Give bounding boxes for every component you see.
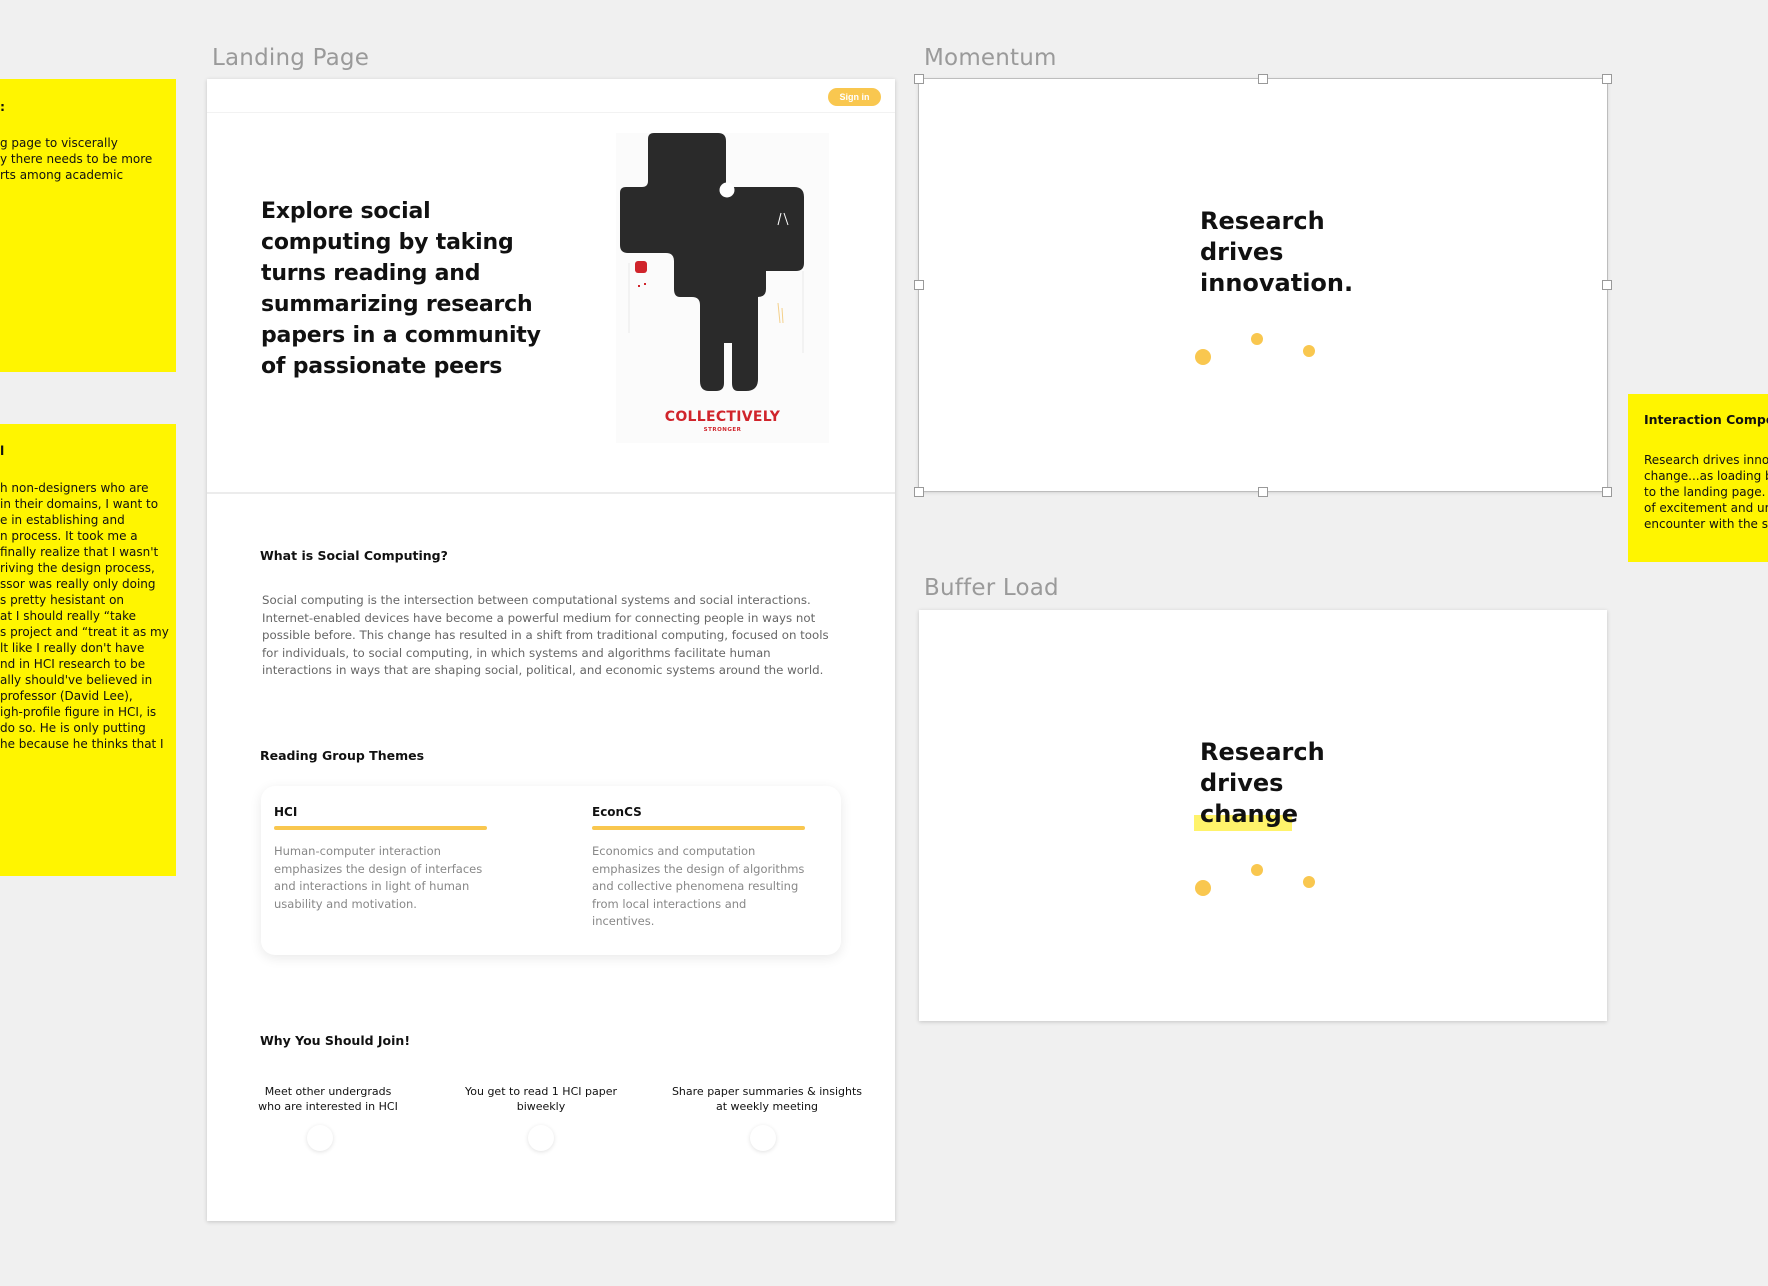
sign-in-button[interactable]: Sign in bbox=[828, 88, 881, 106]
resize-handle-n[interactable] bbox=[1258, 74, 1268, 84]
momentum-line-2: drives bbox=[1200, 238, 1284, 266]
join-reason-2-icon bbox=[528, 1125, 554, 1151]
momentum-line-3: innovation. bbox=[1200, 269, 1354, 297]
what-is-body: Social computing is the intersection bet… bbox=[262, 593, 829, 678]
theme-underline-hci bbox=[274, 826, 487, 830]
landing-header bbox=[207, 79, 895, 113]
landing-page-frame[interactable]: Sign in Explore social computing by taki… bbox=[207, 79, 895, 1221]
resize-handle-sw[interactable] bbox=[914, 487, 924, 497]
join-reason-3-icon bbox=[750, 1125, 776, 1151]
buffer-load-frame[interactable]: Research drives change bbox=[919, 610, 1607, 1021]
resize-handle-se[interactable] bbox=[1602, 487, 1612, 497]
collectively-stronger-poster: COLLECTIVELY STRONGER bbox=[616, 133, 829, 443]
hero-title: Explore social computing by taking turns… bbox=[261, 199, 541, 379]
sticky-note-body: Research drives innov change...as loadin… bbox=[1644, 453, 1768, 531]
poster-title: COLLECTIVELY bbox=[664, 409, 781, 425]
sticky-note-title: : bbox=[0, 99, 5, 114]
resize-handle-ne[interactable] bbox=[1602, 74, 1612, 84]
what-is-heading: What is Social Computing? bbox=[260, 548, 448, 563]
loading-dot-3 bbox=[1303, 876, 1315, 888]
sticky-note-body: h non-designers who are in their domains… bbox=[0, 481, 169, 751]
ink-figure-illustration bbox=[620, 133, 804, 391]
loading-dot-2 bbox=[1251, 333, 1263, 345]
ink-figure-shape bbox=[620, 133, 804, 391]
buffer-text: Research drives change bbox=[1200, 737, 1325, 830]
buffer-line-3: change bbox=[1200, 800, 1299, 828]
loading-dot-3 bbox=[1303, 345, 1315, 357]
themes-card: HCI Human-computer interaction emphasize… bbox=[261, 786, 841, 955]
join-reason-3: Share paper summaries & insights at week… bbox=[671, 1085, 863, 1113]
sticky-note-bottom-left[interactable]: l h non-designers who are in their domai… bbox=[0, 424, 176, 876]
theme-desc-econcs: Economics and computation emphasizes the… bbox=[592, 844, 805, 928]
join-heading: Why You Should Join! bbox=[260, 1033, 411, 1048]
theme-desc-hci: Human-computer interaction emphasizes th… bbox=[274, 844, 483, 911]
frame-label-landing[interactable]: Landing Page bbox=[212, 45, 369, 71]
theme-underline-econcs bbox=[592, 826, 805, 830]
poster-subtitle: STRONGER bbox=[703, 427, 742, 433]
theme-title-hci: HCI bbox=[274, 805, 298, 819]
sticky-note-body: g page to viscerally y there needs to be… bbox=[0, 136, 153, 182]
frame-label-momentum[interactable]: Momentum bbox=[924, 45, 1057, 71]
loading-dot-1 bbox=[1195, 349, 1211, 365]
theme-title-econcs: EconCS bbox=[592, 805, 642, 819]
figure-eye bbox=[719, 182, 735, 198]
join-reason-1: Meet other undergrads who are interested… bbox=[258, 1085, 398, 1113]
momentum-line-1: Research bbox=[1200, 207, 1325, 235]
themes-heading: Reading Group Themes bbox=[260, 748, 425, 763]
loading-dot-2 bbox=[1251, 864, 1263, 876]
join-reason-2: You get to read 1 HCI paper biweekly bbox=[464, 1085, 617, 1113]
buffer-line-1: Research bbox=[1200, 738, 1325, 766]
momentum-frame[interactable]: Research drives innovation. bbox=[918, 78, 1608, 492]
sticky-note-top-left[interactable]: : g page to viscerally y there needs to … bbox=[0, 79, 176, 372]
resize-handle-s[interactable] bbox=[1258, 487, 1268, 497]
frame-label-buffer[interactable]: Buffer Load bbox=[924, 575, 1059, 601]
resize-handle-w[interactable] bbox=[914, 280, 924, 290]
join-reason-1-icon bbox=[307, 1125, 333, 1151]
momentum-text: Research drives innovation. bbox=[1200, 206, 1353, 299]
resize-handle-e[interactable] bbox=[1602, 280, 1612, 290]
buffer-line-2: drives bbox=[1200, 769, 1284, 797]
red-drip bbox=[635, 261, 647, 273]
loading-dot-1 bbox=[1195, 880, 1211, 896]
sticky-note-title: Interaction Compon bbox=[1644, 412, 1768, 427]
resize-handle-nw[interactable] bbox=[914, 74, 924, 84]
sticky-note-interaction-components[interactable]: Interaction Compon Research drives innov… bbox=[1628, 394, 1768, 562]
sticky-note-title: l bbox=[0, 443, 5, 458]
